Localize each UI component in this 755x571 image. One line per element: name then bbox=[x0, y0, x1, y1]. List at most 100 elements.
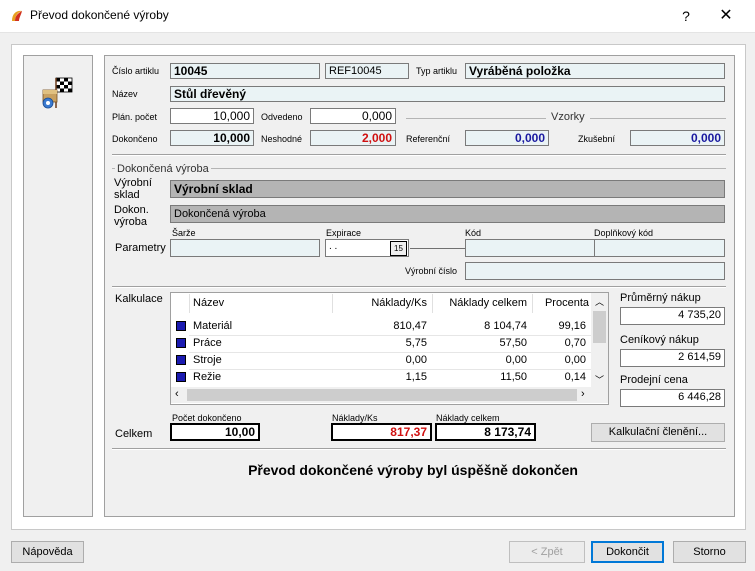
section-divider-2 bbox=[112, 286, 726, 288]
col-header-naklady-celkem[interactable]: Náklady celkem bbox=[433, 293, 527, 314]
typ-artiklu-field[interactable]: Vyráběná položka bbox=[465, 63, 725, 79]
naklady-ks-total-field[interactable]: 817,37 bbox=[331, 423, 432, 441]
pocet-dokonceno-label: Počet dokončeno bbox=[172, 413, 242, 423]
pocet-dokonceno-field[interactable]: 10,00 bbox=[170, 423, 260, 441]
referencni-field[interactable]: 0,000 bbox=[465, 130, 549, 146]
kod-field[interactable] bbox=[465, 239, 595, 257]
referencni-label: Referenční bbox=[406, 134, 451, 144]
vertical-scrollbar[interactable]: ︿ ﹀ bbox=[591, 293, 608, 387]
nazev-field[interactable]: Stůl dřevěný bbox=[170, 86, 725, 102]
window-title: Převod dokončené výroby bbox=[30, 8, 169, 22]
app-logo-icon bbox=[12, 10, 22, 21]
cell-procenta: 0,70 bbox=[564, 337, 586, 349]
calendar-icon[interactable]: 15 bbox=[390, 241, 407, 256]
horizontal-scrollbar[interactable]: ‹ › bbox=[171, 387, 591, 403]
cell-naklady-ks: 810,47 bbox=[393, 320, 427, 332]
group-line-left bbox=[112, 168, 115, 169]
plan-pocet-field[interactable]: 10,000 bbox=[170, 108, 254, 124]
nazev-label: Název bbox=[112, 89, 138, 99]
kod-label: Kód bbox=[465, 228, 482, 238]
naklady-celkem-label: Náklady celkem bbox=[436, 413, 500, 423]
doplnkovy-kod-field[interactable] bbox=[594, 239, 725, 257]
col-header-nazev[interactable]: Název bbox=[193, 293, 224, 314]
scroll-right-icon[interactable]: › bbox=[581, 388, 585, 400]
neshodne-field[interactable]: 2,000 bbox=[310, 130, 396, 146]
cislo-artiklu-field[interactable]: 10045 bbox=[170, 63, 320, 79]
kalkulace-table[interactable]: Název Náklady/Ks Náklady celkem Procenta… bbox=[170, 292, 609, 405]
prumerny-nakup-field[interactable]: 4 735,20 bbox=[620, 307, 725, 325]
scroll-thumb-horizontal[interactable] bbox=[187, 389, 577, 401]
doplnkovy-kod-label: Doplňkový kód bbox=[594, 228, 654, 238]
cenikovy-nakup-label: Ceníkový nákup bbox=[620, 334, 699, 346]
row-marker-icon bbox=[176, 338, 186, 348]
napoveda-button[interactable]: Nápověda bbox=[11, 541, 84, 563]
kalkulacni-cleneni-button[interactable]: Kalkulační členění... bbox=[591, 423, 725, 442]
dokonceno-field[interactable]: 10,000 bbox=[170, 130, 254, 146]
dokoncit-button[interactable]: Dokončit bbox=[591, 541, 664, 563]
cell-naklady-celkem: 8 104,74 bbox=[484, 320, 527, 332]
scroll-thumb[interactable] bbox=[593, 311, 606, 343]
vyrobni-cislo-field[interactable] bbox=[465, 262, 725, 280]
wizard-side-panel bbox=[23, 55, 93, 517]
cell-naklady-ks: 1,15 bbox=[405, 371, 427, 383]
cell-nazev: Stroje bbox=[193, 354, 222, 366]
section-divider-3 bbox=[112, 448, 726, 450]
scroll-up-icon[interactable]: ︿ bbox=[595, 295, 604, 308]
vzorky-line-left bbox=[406, 118, 546, 119]
vzorky-line-right bbox=[590, 118, 726, 119]
vyrobni-sklad-label: Výrobní sklad bbox=[114, 177, 152, 201]
naklady-ks-label: Náklady/Ks bbox=[332, 413, 378, 423]
cell-procenta: 99,16 bbox=[558, 320, 586, 332]
dokonceno-label: Dokončeno bbox=[112, 134, 158, 144]
table-row[interactable]: Režie 1,15 11,50 0,14 bbox=[171, 369, 591, 386]
section-divider bbox=[112, 154, 726, 156]
dokon-vyroba-label: Dokon. výroba bbox=[114, 204, 149, 228]
cell-naklady-ks: 5,75 bbox=[405, 337, 427, 349]
sarze-field[interactable] bbox=[170, 239, 320, 257]
sarze-label: Šarže bbox=[172, 228, 196, 238]
cenikovy-nakup-field[interactable]: 2 614,59 bbox=[620, 349, 725, 367]
cislo-artiklu-label: Číslo artiklu bbox=[112, 66, 160, 76]
kalkulace-label: Kalkulace bbox=[115, 293, 163, 305]
table-row[interactable]: Stroje 0,00 0,00 0,00 bbox=[171, 352, 591, 369]
dokoncena-vyroba-group-label: Dokončená výroba bbox=[117, 163, 209, 175]
cell-procenta: 0,00 bbox=[564, 354, 586, 366]
scroll-left-icon[interactable]: ‹ bbox=[175, 388, 179, 400]
col-header-procenta[interactable]: Procenta bbox=[533, 293, 589, 314]
cell-naklady-ks: 0,00 bbox=[405, 354, 427, 366]
vzorky-label: Vzorky bbox=[551, 111, 585, 123]
odvedeno-field[interactable]: 0,000 bbox=[310, 108, 396, 124]
production-finish-icon bbox=[42, 77, 73, 109]
zkusebni-field[interactable]: 0,000 bbox=[630, 130, 725, 146]
scroll-down-icon[interactable]: ﹀ bbox=[595, 373, 604, 386]
dokon-vyroba-field[interactable]: Dokončená výroba bbox=[170, 205, 725, 223]
cell-naklady-celkem: 11,50 bbox=[500, 371, 527, 383]
ref-field[interactable]: REF10045 bbox=[325, 63, 409, 79]
cell-nazev: Práce bbox=[193, 337, 222, 349]
row-marker-icon bbox=[176, 372, 186, 382]
group-line-right bbox=[211, 168, 726, 169]
table-row[interactable]: Práce 5,75 57,50 0,70 bbox=[171, 335, 591, 352]
back-button[interactable]: < Zpět bbox=[509, 541, 585, 563]
cell-naklady-celkem: 57,50 bbox=[499, 337, 527, 349]
prodejni-cena-label: Prodejní cena bbox=[620, 374, 688, 386]
close-button[interactable]: ✕ bbox=[712, 4, 740, 28]
neshodne-label: Neshodné bbox=[261, 134, 303, 144]
cell-nazev: Režie bbox=[193, 371, 222, 383]
cell-procenta: 0,14 bbox=[564, 371, 586, 383]
success-message: Převod dokončené výroby byl úspěšně doko… bbox=[248, 462, 578, 478]
col-header-naklady-ks[interactable]: Náklady/Ks bbox=[331, 293, 427, 314]
row-marker-icon bbox=[176, 321, 186, 331]
table-row[interactable]: Materiál 810,47 8 104,74 99,16 bbox=[171, 318, 591, 335]
prodejni-cena-field[interactable]: 6 446,28 bbox=[620, 389, 725, 407]
typ-artiklu-label: Typ artiklu bbox=[416, 66, 458, 76]
plan-pocet-label: Plán. počet bbox=[112, 112, 158, 122]
zkusebni-label: Zkušební bbox=[578, 134, 616, 144]
storno-button[interactable]: Storno bbox=[673, 541, 746, 563]
title-bar: Převod dokončené výroby ? ✕ bbox=[0, 0, 755, 33]
expirace-label: Expirace bbox=[326, 228, 362, 238]
help-title-button[interactable]: ? bbox=[672, 4, 700, 28]
vyrobni-sklad-field[interactable]: Výrobní sklad bbox=[170, 180, 725, 198]
cell-naklady-celkem: 0,00 bbox=[505, 354, 527, 366]
naklady-celkem-total-field[interactable]: 8 173,74 bbox=[435, 423, 536, 441]
